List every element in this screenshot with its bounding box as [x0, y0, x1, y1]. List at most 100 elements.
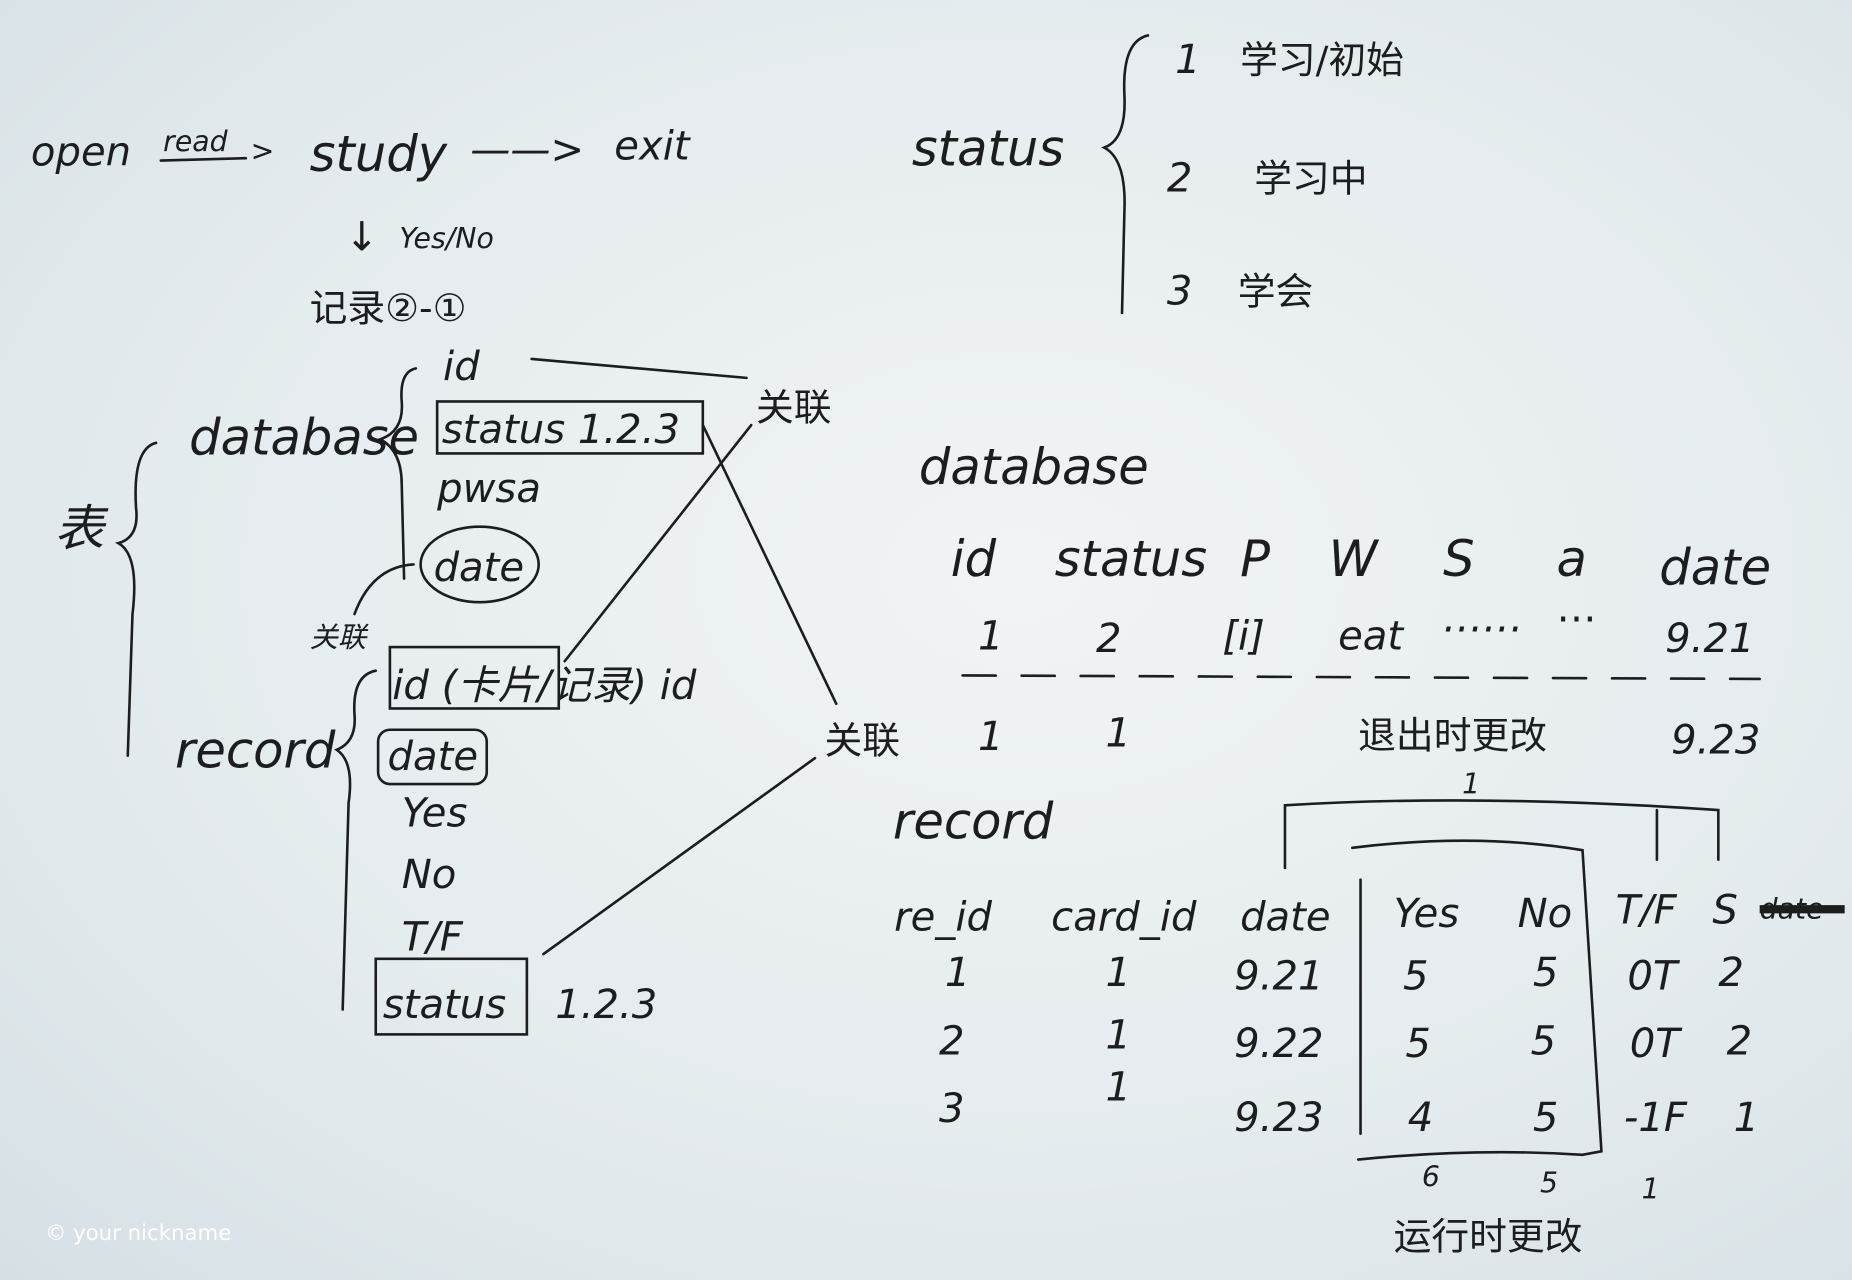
cell-date: 9.22: [1234, 1021, 1323, 1067]
db-row2-note: 退出时更改: [1358, 714, 1547, 758]
record-row-1: 1 1 9.21 5 5 0T 2: [945, 950, 1744, 1000]
flow-open: open: [31, 129, 131, 175]
cell-tf: 0T: [1627, 954, 1681, 1000]
record-note: 记录②-①: [310, 286, 467, 330]
down-arrow-icon: ↓: [345, 214, 379, 260]
db-field-status: status 1.2.3: [442, 407, 680, 453]
db-header-status: status: [1055, 530, 1207, 588]
status-3-label: 学会: [1238, 270, 1314, 314]
record-brace: [334, 669, 378, 1011]
db-row1-p: [i]: [1222, 613, 1264, 659]
cell-no: 5: [1533, 950, 1559, 996]
db-row1-a: ⋯: [1557, 596, 1597, 642]
status-2-label: 学习中: [1254, 156, 1367, 200]
read-underline: [159, 156, 248, 162]
record-field-date: date: [388, 734, 478, 780]
record-header-tf: T/F: [1616, 887, 1678, 933]
total-tf: 1: [1642, 1173, 1660, 1206]
cell-re-id: 3: [939, 1086, 965, 1132]
table-brace: [114, 441, 158, 758]
handwritten-notes: open read > study ——> exit ↓ Yes/No 记录②-…: [31, 34, 1845, 1258]
db-header-date: date: [1659, 539, 1771, 597]
db-header-id: id: [951, 530, 997, 588]
notebook-page: open read > study ——> exit ↓ Yes/No 记录②-…: [0, 0, 1852, 1280]
total-no: 5: [1540, 1167, 1558, 1200]
db-row-separator: [961, 674, 1761, 681]
status-3-num: 3: [1167, 269, 1193, 315]
db-field-date: date: [434, 545, 524, 591]
cell-s: 1: [1734, 1095, 1760, 1141]
database-brace: [377, 367, 418, 580]
status-1-label: 学习/初始: [1240, 38, 1404, 82]
watermark: © your nickname: [45, 1221, 231, 1246]
db-row1-date: 9.21: [1665, 616, 1754, 662]
status-legend-title: status: [912, 119, 1064, 177]
record-header-re-id: re_id: [894, 894, 992, 940]
flow-arrow-read: >: [251, 135, 275, 168]
cell-no: 5: [1533, 1095, 1559, 1141]
record-header-date: date: [1240, 894, 1330, 940]
flow-study: study: [310, 125, 448, 183]
relate-label-top: 关联: [756, 385, 832, 429]
flow-exit-arrow: ——>: [470, 127, 584, 173]
db-header-a: a: [1557, 530, 1587, 588]
flow-read: read: [163, 125, 228, 158]
cell-s: 2: [1718, 950, 1744, 996]
cell-re-id: 2: [939, 1018, 965, 1064]
cell-date: 9.23: [1234, 1095, 1323, 1141]
record-row-3: 3 1 9.23 4 5 -1F 1: [939, 1065, 1759, 1142]
flow-exit: exit: [614, 123, 691, 169]
record-row-2: 2 1 9.22 5 5 0T 2: [939, 1013, 1752, 1067]
relate-line-status: [701, 423, 838, 706]
relate-label-small: 关联: [310, 621, 369, 654]
relate-line-record-id: [563, 423, 753, 663]
cell-tf: 0T: [1630, 1021, 1684, 1067]
cell-tf: -1F: [1624, 1095, 1688, 1141]
db-row2-status: 1: [1105, 710, 1131, 756]
relate-line-record-status: [542, 756, 817, 956]
cell-s: 2: [1727, 1018, 1753, 1064]
exit-change-bracket: [1283, 799, 1720, 870]
db-header-s: S: [1443, 530, 1474, 588]
cell-yes: 5: [1403, 954, 1429, 1000]
db-header-p: P: [1240, 530, 1270, 588]
flow-yes-no: Yes/No: [399, 222, 493, 255]
db-table-title: database: [919, 438, 1149, 496]
table-label: 表: [55, 500, 110, 558]
cell-no: 5: [1531, 1018, 1557, 1064]
cell-date: 9.21: [1234, 954, 1323, 1000]
record-field-yes: Yes: [402, 791, 468, 837]
record-field-tf: T/F: [402, 915, 464, 961]
cell-yes: 4: [1408, 1095, 1434, 1141]
record-top-marker: 1: [1462, 768, 1480, 801]
record-header-yes: Yes: [1394, 891, 1460, 937]
status-legend-brace: [1101, 34, 1150, 315]
record-status-values: 1.2.3: [555, 982, 657, 1028]
record-header-no: No: [1518, 891, 1573, 937]
cell-card-id: 1: [1105, 950, 1131, 996]
db-header-w: W: [1329, 530, 1380, 588]
db-field-pwsa: pwsa: [436, 466, 541, 512]
cell-re-id: 1: [945, 950, 971, 996]
relate-label-mid: 关联: [824, 718, 900, 762]
record-header-s: S: [1712, 887, 1737, 933]
db-field-id: id: [443, 344, 480, 390]
db-row1-status: 2: [1096, 616, 1122, 662]
record-header-card-id: card_id: [1051, 894, 1197, 940]
record-label: record: [175, 722, 336, 780]
record-field-id: id (卡片/记录) id: [392, 663, 697, 709]
status-1-num: 1: [1175, 37, 1201, 83]
db-row1-w: eat: [1338, 613, 1404, 659]
db-row1-id: 1: [978, 613, 1004, 659]
db-row1-s: ……: [1443, 596, 1523, 642]
total-yes: 6: [1422, 1161, 1440, 1194]
status-2-num: 2: [1167, 155, 1193, 201]
record-field-no: No: [402, 852, 457, 898]
record-field-status: status: [383, 982, 506, 1028]
cell-yes: 5: [1405, 1021, 1431, 1067]
cell-card-id: 1: [1105, 1013, 1131, 1059]
runtime-change-note: 运行时更改: [1394, 1214, 1583, 1258]
runtime-change-box: [1350, 839, 1603, 1161]
record-table-title: record: [893, 792, 1054, 850]
db-row2-date: 9.23: [1671, 717, 1760, 763]
